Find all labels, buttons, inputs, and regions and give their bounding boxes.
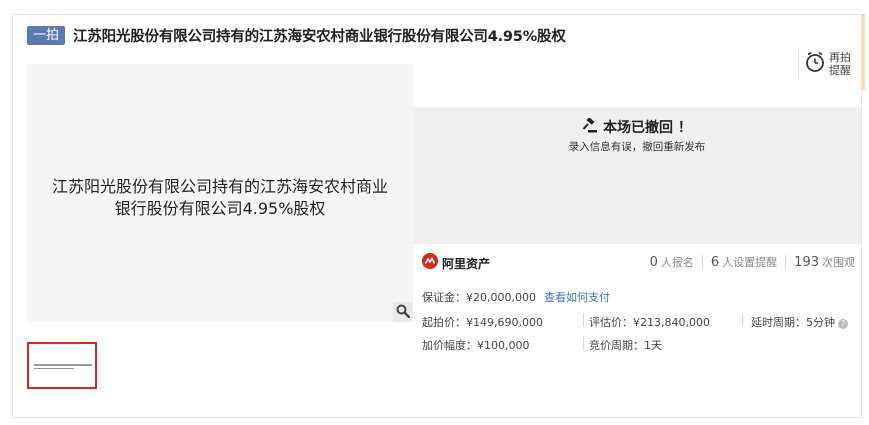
platform-brand: 阿里资产 (422, 253, 490, 273)
divider (785, 255, 787, 269)
main-image-line-1: 江苏阳光股份有限公司持有的江苏海安农村商业 (51, 177, 388, 196)
signup-count: 0 (649, 254, 658, 270)
alarm-clock-icon (805, 51, 825, 77)
status-title: 本场已撤回 ！ (413, 116, 861, 137)
start-price: 起拍价：¥149,690,000 (422, 316, 543, 329)
thumbnail-preview (34, 364, 92, 371)
remind-label: 再拍 提醒 (829, 51, 851, 77)
auction-stats: 0 人报名 6 人设置提醒 193 次围观 (650, 254, 855, 270)
signup-label: 人报名 (660, 256, 694, 269)
divider (701, 255, 703, 269)
auction-round-badge: 一拍 (27, 25, 66, 45)
appraisal-price: 评估价：¥213,840,000 (589, 316, 710, 329)
magnifier-icon (396, 303, 411, 322)
gavel-icon (582, 116, 598, 137)
title-row: 一拍 江苏阳光股份有限公司持有的江苏海安农村商业银行股份有限公司4.95%股权 (27, 25, 566, 45)
status-subtitle: 录入信息有误，撤回重新发布 (568, 141, 706, 153)
main-image-text: 江苏阳光股份有限公司持有的江苏海安农村商业 银行股份有限公司4.95%股权 (27, 176, 413, 220)
deposit-amount: 保证金：¥20,000,000 (422, 291, 536, 304)
view-label: 次围观 (822, 256, 855, 269)
divider (583, 336, 584, 350)
divider (742, 313, 743, 327)
delay-cycle: 延时周期：5分钟? (751, 314, 848, 330)
deposit-row: 保证金：¥20,000,000 查看如何支付 (422, 289, 610, 305)
bid-increment: 加价幅度：¥100,000 (422, 339, 530, 352)
how-to-pay-link[interactable]: 查看如何支付 (544, 289, 610, 305)
reauction-remind-button[interactable]: 再拍 提醒 (798, 49, 865, 79)
page-title: 江苏阳光股份有限公司持有的江苏海安农村商业银行股份有限公司4.95%股权 (73, 28, 566, 45)
main-image[interactable]: 江苏阳光股份有限公司持有的江苏海安农村商业 银行股份有限公司4.95%股权 (27, 64, 413, 322)
help-icon[interactable]: ? (838, 319, 848, 329)
bid-cycle: 竞价周期：1天 (589, 339, 662, 352)
divider (583, 313, 584, 327)
status-panel: 本场已撤回 ！ 录入信息有误，撤回重新发布 (413, 107, 861, 244)
reminder-count: 6 (710, 254, 720, 270)
zoom-button[interactable] (393, 302, 413, 322)
platform-name: 阿里资产 (442, 256, 491, 271)
main-image-line-2: 银行股份有限公司4.95%股权 (114, 199, 326, 218)
view-count: 193 (794, 254, 819, 270)
ali-assets-logo-icon (422, 253, 438, 273)
reminder-label: 人设置提醒 (722, 256, 778, 269)
thumbnail-selected[interactable] (27, 342, 97, 389)
